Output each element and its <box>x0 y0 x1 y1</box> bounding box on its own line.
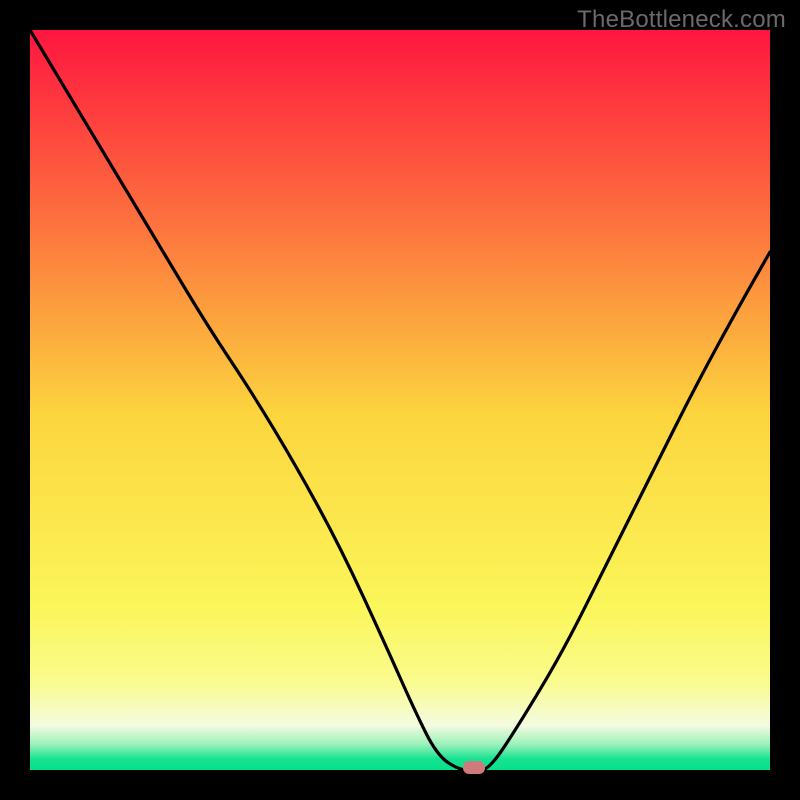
gradient-background <box>30 30 770 770</box>
watermark-text: TheBottleneck.com <box>577 6 786 34</box>
chart-plot-area <box>30 30 770 770</box>
chart-svg <box>30 30 770 770</box>
optimum-marker <box>463 761 485 774</box>
